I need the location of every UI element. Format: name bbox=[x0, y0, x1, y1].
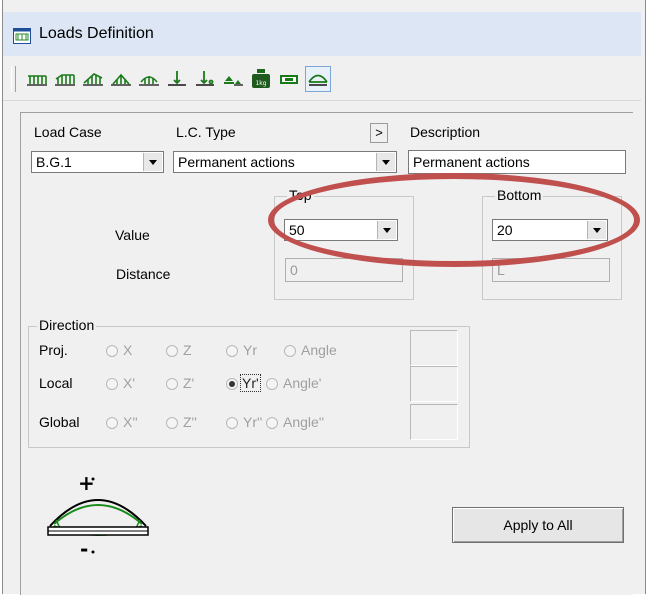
chevron-down-icon[interactable] bbox=[376, 153, 395, 171]
load-case-label: Load Case bbox=[34, 124, 102, 140]
value-label: Value bbox=[115, 227, 150, 243]
title-bar: Loads Definition bbox=[3, 12, 641, 56]
global-yr-label: Yr'' bbox=[243, 414, 263, 430]
distance-label: Distance bbox=[116, 266, 171, 282]
local-z-label: Z' bbox=[183, 375, 195, 391]
load-case-value: B.G.1 bbox=[36, 154, 72, 170]
highlight-ellipse bbox=[268, 173, 640, 267]
global-yr-radio[interactable] bbox=[226, 417, 238, 429]
plus-sign: + bbox=[78, 474, 95, 495]
local-label: Local bbox=[39, 375, 73, 391]
description-label: Description bbox=[410, 124, 481, 140]
local-angle-box[interactable] bbox=[410, 366, 458, 402]
minus-sign: - bbox=[80, 537, 88, 561]
arc-partial-load-icon[interactable] bbox=[137, 66, 161, 92]
description-field[interactable]: Permanent actions bbox=[408, 150, 626, 174]
triangular-load-icon[interactable] bbox=[81, 66, 105, 92]
local-yr-radio[interactable] bbox=[226, 378, 238, 390]
uniform-load-icon[interactable] bbox=[25, 66, 49, 92]
local-angle-label: Angle' bbox=[283, 375, 322, 391]
parabolic-load-icon[interactable] bbox=[305, 66, 331, 92]
local-x-label: X' bbox=[123, 375, 136, 391]
global-z-radio[interactable] bbox=[166, 417, 178, 429]
proj-label: Proj. bbox=[39, 342, 68, 358]
apply-to-all-button[interactable]: Apply to All bbox=[452, 507, 624, 543]
proj-angle-box[interactable] bbox=[410, 330, 458, 366]
lc-type-value: Permanent actions bbox=[178, 154, 295, 170]
local-yr-label: Yr' bbox=[240, 374, 261, 392]
lc-type-combo[interactable]: Permanent actions bbox=[173, 151, 397, 173]
partial-triangular-load-icon[interactable] bbox=[109, 66, 133, 92]
local-angle-radio[interactable] bbox=[266, 378, 278, 390]
proj-z-radio[interactable] bbox=[166, 345, 178, 357]
global-x-radio[interactable] bbox=[106, 417, 118, 429]
local-x-radio[interactable] bbox=[106, 378, 118, 390]
load-type-toolbar: 1kg bbox=[3, 58, 641, 101]
window-icon bbox=[13, 28, 31, 44]
local-z-radio[interactable] bbox=[166, 378, 178, 390]
global-x-label: X'' bbox=[123, 414, 138, 430]
proj-yr-label: Yr bbox=[243, 342, 257, 358]
load-case-combo[interactable]: B.G.1 bbox=[31, 151, 164, 173]
proj-yr-radio[interactable] bbox=[226, 345, 238, 357]
proj-angle-label: Angle bbox=[301, 342, 337, 358]
global-angle-label: Angle'' bbox=[283, 414, 325, 430]
proj-angle-radio[interactable] bbox=[284, 345, 296, 357]
parabolic-load-diagram: + - bbox=[47, 474, 149, 561]
proj-z-label: Z bbox=[183, 342, 192, 358]
point-load-offset-icon[interactable] bbox=[193, 66, 217, 92]
window-title: Loads Definition bbox=[39, 25, 154, 42]
chevron-down-icon[interactable] bbox=[143, 153, 162, 171]
global-angle-box[interactable] bbox=[410, 404, 458, 440]
point-load-icon[interactable] bbox=[165, 66, 189, 92]
rectangle-load-icon[interactable] bbox=[277, 66, 301, 92]
proj-x-label: X bbox=[123, 342, 133, 358]
proj-x-radio[interactable] bbox=[106, 345, 118, 357]
moment-load-icon[interactable] bbox=[221, 66, 245, 92]
global-angle-radio[interactable] bbox=[266, 417, 278, 429]
global-label: Global bbox=[39, 414, 80, 430]
weight-load-icon[interactable]: 1kg bbox=[249, 66, 273, 92]
svg-text:1kg: 1kg bbox=[255, 80, 266, 87]
lc-type-label: L.C. Type bbox=[176, 124, 236, 140]
direction-title: Direction bbox=[37, 317, 97, 333]
more-button[interactable]: > bbox=[370, 123, 388, 143]
global-z-label: Z'' bbox=[183, 414, 197, 430]
trapezoidal-load-icon[interactable] bbox=[53, 66, 77, 92]
toolbar-grip[interactable] bbox=[11, 66, 16, 92]
